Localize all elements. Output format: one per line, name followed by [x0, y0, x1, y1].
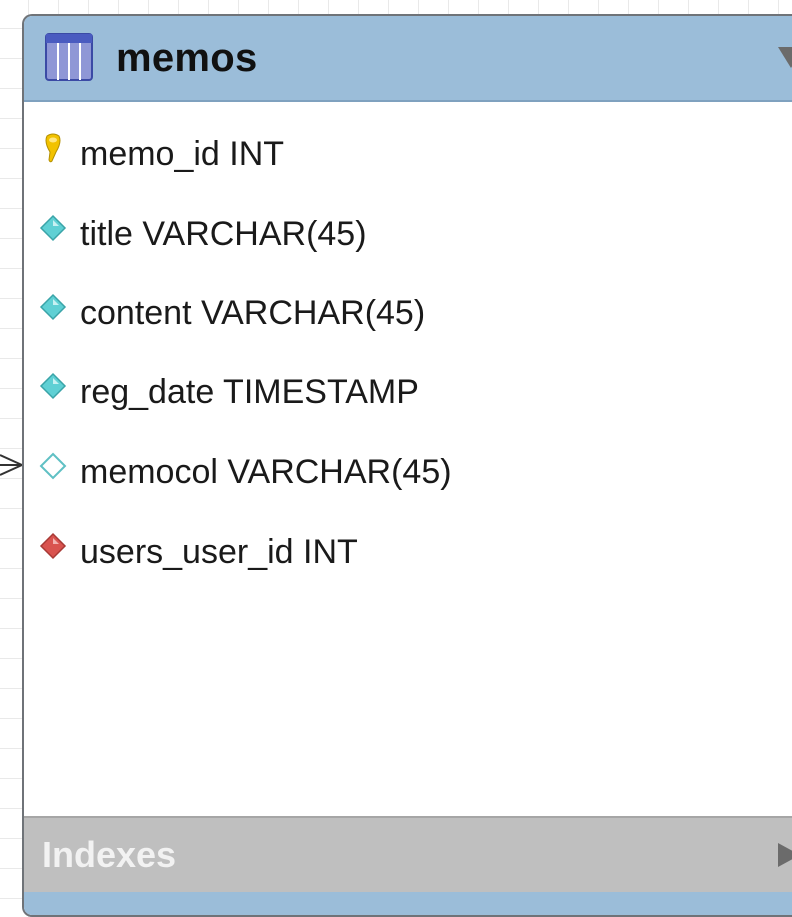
column-text: title VARCHAR(45) [80, 215, 367, 253]
column-text: reg_date TIMESTAMP [80, 373, 419, 411]
column-row[interactable]: memocol VARCHAR(45) [24, 438, 784, 498]
table-icon [45, 33, 93, 81]
diamond-red-icon [39, 532, 67, 560]
column-row[interactable]: users_user_id INT [24, 518, 784, 578]
key-icon [45, 133, 61, 163]
diamond-outline-icon [39, 452, 67, 480]
diamond-filled-icon [39, 214, 67, 242]
column-row[interactable]: title VARCHAR(45) [24, 200, 784, 260]
triangle-right-icon[interactable] [774, 840, 792, 870]
column-text: users_user_id INT [80, 533, 358, 571]
table-footer [24, 892, 792, 915]
column-row[interactable]: memo_id INT [24, 120, 784, 180]
column-text: content VARCHAR(45) [80, 294, 426, 332]
column-text: memocol VARCHAR(45) [80, 453, 452, 491]
column-text: memo_id INT [80, 135, 285, 173]
indexes-label: Indexes [42, 834, 177, 875]
column-row[interactable]: reg_date TIMESTAMP [24, 358, 784, 418]
triangle-down-icon[interactable] [776, 44, 792, 70]
diamond-filled-icon [39, 293, 67, 321]
table-header[interactable]: memos [24, 16, 792, 102]
table-entity-memos[interactable]: memos memo_id INT title VARCHAR(45) cont… [22, 14, 792, 917]
table-name: memos [116, 36, 258, 80]
indexes-section[interactable]: Indexes [24, 816, 792, 896]
diamond-filled-icon [39, 372, 67, 400]
column-row[interactable]: content VARCHAR(45) [24, 279, 784, 339]
